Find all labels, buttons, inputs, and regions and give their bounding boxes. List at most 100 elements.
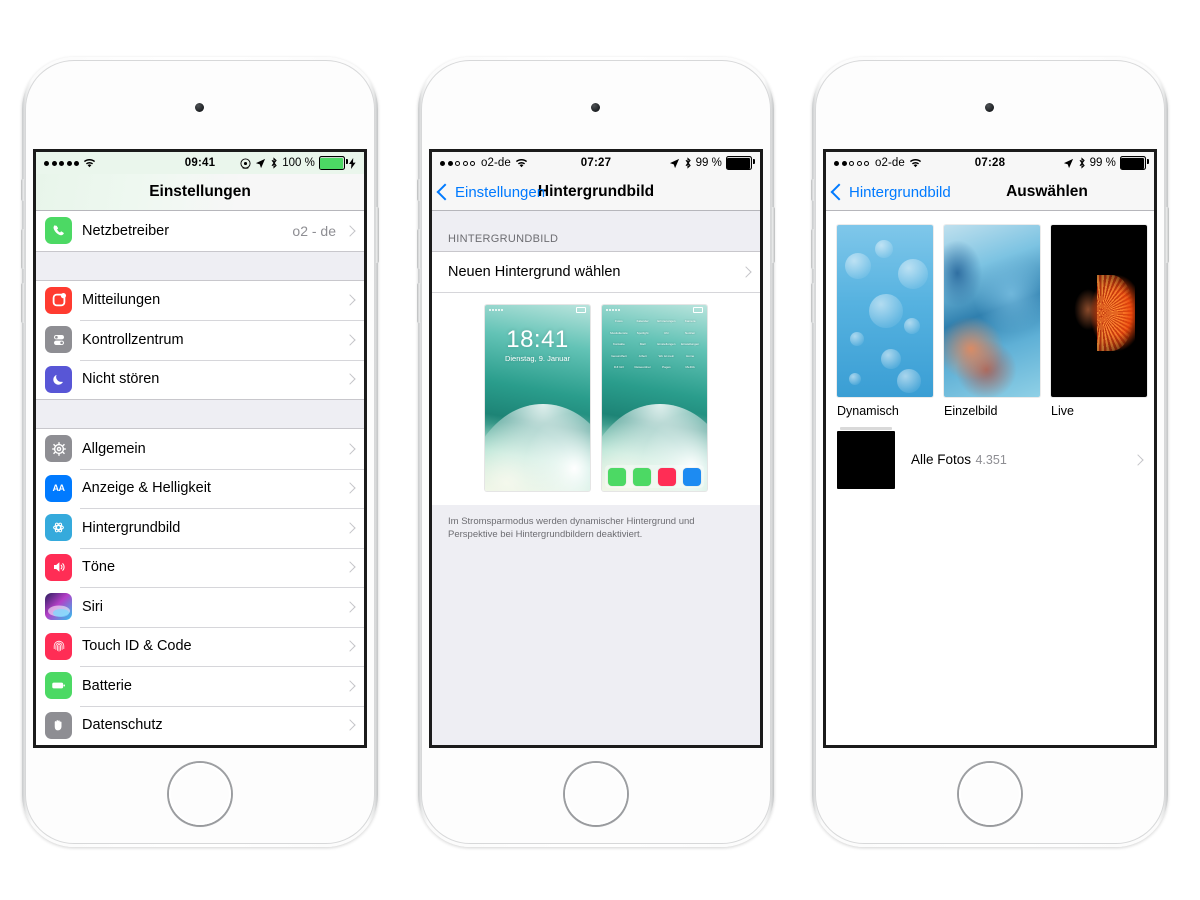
silent-switch[interactable] <box>811 179 815 201</box>
row-mitteilungen[interactable]: Mitteilungen <box>36 280 364 320</box>
section-header-hintergrundbild: HINTERGRUNDBILD <box>432 211 760 251</box>
power-button[interactable] <box>375 207 379 263</box>
silent-switch[interactable] <box>21 179 25 201</box>
nav-bar-settings: Einstellungen <box>36 174 364 211</box>
battery-percent-label: 100 % <box>282 157 315 169</box>
category-live[interactable]: Live <box>1051 225 1147 418</box>
silent-switch[interactable] <box>417 179 421 201</box>
battery-icon <box>1120 156 1150 170</box>
app-tile: Mail <box>639 342 646 346</box>
row-label: Datenschutz <box>82 717 163 734</box>
row-nicht-stoeren[interactable]: Nicht stören <box>36 359 364 399</box>
dynamic-wallpaper-thumbnail <box>837 225 933 397</box>
home-button[interactable] <box>169 763 231 825</box>
row-netzbetreiber[interactable]: Netzbetreiber o2 - de <box>36 211 364 251</box>
volume-up-button[interactable] <box>417 229 421 269</box>
chevron-right-icon <box>344 443 356 455</box>
row-anzeige-helligkeit[interactable]: AA Anzeige & Helligkeit <box>36 468 364 508</box>
row-label: Netzbetreiber <box>82 222 170 239</box>
status-right: 99 % <box>1063 156 1150 170</box>
volume-down-button[interactable] <box>811 283 815 323</box>
notifications-icon <box>45 286 72 314</box>
location-icon <box>256 158 266 168</box>
row-allgemein[interactable]: Allgemein <box>36 429 364 469</box>
dock-app-nachrichten <box>633 467 652 486</box>
dock-app-telefon <box>608 467 627 486</box>
back-button-einstellungen[interactable]: Einstellungen <box>432 184 545 201</box>
row-label: Allgemein <box>82 440 146 457</box>
back-button-hintergrundbild[interactable]: Hintergrundbild <box>826 184 951 201</box>
volume-down-button[interactable] <box>417 283 421 323</box>
screenshot-canvas: 09:41 100 % Einstellungen Netzbetreiber … <box>0 0 1200 900</box>
app-tile: Einstellungen <box>657 342 676 346</box>
status-bar: 09:41 100 % <box>36 152 364 174</box>
chevron-right-icon <box>1132 454 1144 466</box>
row-kontrollzentrum[interactable]: Kontrollzentrum <box>36 320 364 360</box>
row-batterie[interactable]: Batterie <box>36 666 364 706</box>
alarm-icon <box>240 157 251 169</box>
screen-choose-wallpaper: o2-de 07:28 99 % Hintergrundbild Auswähl… <box>826 152 1154 745</box>
category-dynamisch[interactable]: Dynamisch <box>837 225 933 418</box>
chevron-right-icon <box>344 373 356 385</box>
volume-down-button[interactable] <box>21 283 25 323</box>
app-tile: DJI GO <box>613 365 624 369</box>
page-title: Einstellungen <box>149 183 251 200</box>
page-title: Auswählen <box>1006 183 1088 200</box>
volume-up-button[interactable] <box>21 229 25 269</box>
front-camera-icon <box>591 103 600 112</box>
status-left: o2-de <box>440 157 528 169</box>
battery-percent-label: 99 % <box>695 157 722 169</box>
live-wallpaper-thumbnail <box>1051 225 1147 397</box>
home-button[interactable] <box>565 763 627 825</box>
carrier-label: o2-de <box>875 157 905 169</box>
app-tile: Uhr <box>663 330 669 335</box>
phone-icon <box>45 217 72 245</box>
app-tile: Einstellungen <box>681 342 700 346</box>
row-hintergrundbild[interactable]: Hintergrundbild <box>36 508 364 548</box>
iphone-device-settings: 09:41 100 % Einstellungen Netzbetreiber … <box>21 57 379 847</box>
volume-up-button[interactable] <box>811 229 815 269</box>
status-left <box>44 158 96 168</box>
row-toene[interactable]: Töne <box>36 547 364 587</box>
row-label: Töne <box>82 559 116 576</box>
wallpaper-page-body: HINTERGRUNDBILD Neuen Hintergrund wählen… <box>432 211 760 745</box>
app-tile: Pages <box>662 365 671 369</box>
row-label: Anzeige & Helligkeit <box>82 480 211 497</box>
battery-percent-label: 99 % <box>1089 157 1116 169</box>
row-siri[interactable]: Siri <box>36 587 364 627</box>
bluetooth-icon <box>271 157 277 169</box>
category-label: Einzelbild <box>944 404 998 418</box>
app-tile: Reiseordner <box>634 365 651 369</box>
category-einzelbild[interactable]: Einzelbild <box>944 225 1040 418</box>
category-label: Live <box>1051 404 1074 418</box>
app-tile: MeDIA <box>685 365 695 369</box>
chevron-left-icon <box>830 183 848 201</box>
row-datenschutz[interactable]: Datenschutz <box>36 705 364 745</box>
row-touch-id-code[interactable]: Touch ID & Code <box>36 626 364 666</box>
group-separator <box>36 250 364 281</box>
status-right: 100 % <box>240 156 356 170</box>
row-label: Touch ID & Code <box>82 638 192 655</box>
display-brightness-icon: AA <box>45 474 72 502</box>
row-neuen-hintergrund-waehlen[interactable]: Neuen Hintergrund wählen <box>432 251 760 292</box>
signal-strength-icon <box>440 160 475 166</box>
iphone-device-wallpaper: o2-de 07:27 99 % Einstellungen Hintergru… <box>417 57 775 847</box>
bluetooth-icon <box>1079 157 1085 169</box>
chevron-right-icon <box>344 294 356 306</box>
album-row-alle-fotos[interactable]: Alle Fotos 4.351 <box>826 418 1154 502</box>
row-label: Mitteilungen <box>82 292 161 309</box>
chevron-right-icon <box>344 719 356 731</box>
charging-bolt-icon <box>349 157 356 169</box>
bluetooth-icon <box>685 157 691 169</box>
chevron-right-icon <box>344 522 356 534</box>
power-button[interactable] <box>1165 207 1169 263</box>
app-tile: Notizen <box>685 330 696 335</box>
home-screen-preview[interactable]: Fotos Kalender Erinnerungen Kamera Musik… <box>602 305 707 491</box>
back-label: Einstellungen <box>455 183 546 201</box>
lock-screen-preview[interactable]: 18:41 Dienstag, 9. Januar <box>485 305 590 491</box>
home-button[interactable] <box>959 763 1021 825</box>
app-tile: Kontakte <box>612 342 625 346</box>
power-button[interactable] <box>771 207 775 263</box>
preview-status-bar <box>485 305 590 314</box>
nav-bar-wallpaper: Einstellungen Hintergrundbild <box>432 174 760 211</box>
